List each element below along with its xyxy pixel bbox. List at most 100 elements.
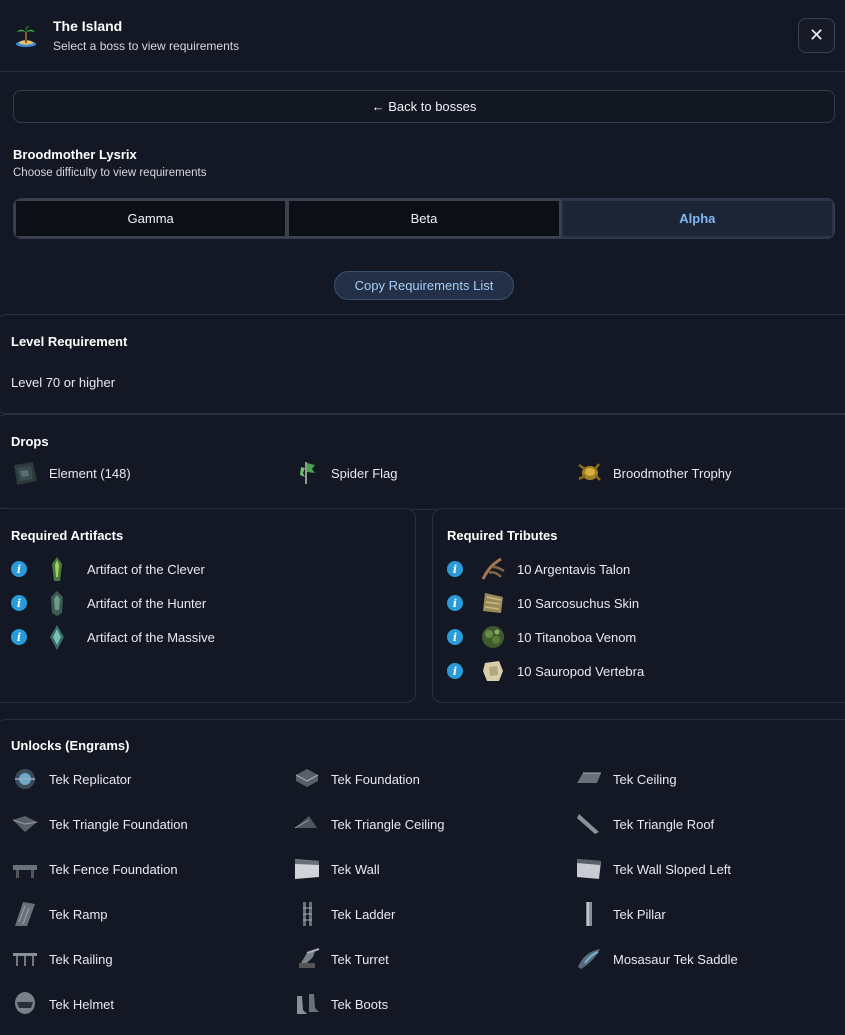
tek-wall-icon	[293, 855, 321, 883]
app-header: The Island Select a boss to view require…	[0, 0, 845, 72]
venom-icon	[479, 623, 507, 651]
engram-label: Tek Boots	[331, 996, 389, 1012]
tek-railing-icon	[11, 945, 39, 973]
skin-icon	[479, 589, 507, 617]
tek-pillar-icon	[575, 900, 603, 928]
tek-ceiling-icon	[575, 765, 603, 793]
boss-subtitle: Choose difficulty to view requirements	[13, 167, 207, 179]
tek-wall-sloped-left-icon	[575, 855, 603, 883]
tribute-label: 10 Titanoboa Venom	[517, 629, 637, 645]
engram-label: Tek Wall Sloped Left	[613, 861, 732, 877]
info-icon[interactable]: i	[11, 561, 27, 577]
engram-label: Tek Triangle Ceiling	[331, 816, 445, 832]
vertebra-icon	[479, 657, 507, 685]
engram-label: Tek Replicator	[49, 771, 132, 787]
tek-ladder-icon	[293, 900, 321, 928]
boss-name: Broodmother Lysrix	[13, 147, 137, 162]
engram-label: Tek Fence Foundation	[49, 861, 178, 877]
engram-item: Tek Triangle Foundation	[11, 810, 188, 838]
engram-label: Tek Wall	[331, 861, 380, 877]
tab-beta[interactable]: Beta	[287, 199, 561, 238]
tek-triangle-ceiling-icon	[293, 810, 321, 838]
page-subtitle: Select a boss to view requirements	[53, 39, 240, 53]
tribute-item: i 10 Sarcosuchus Skin	[447, 589, 639, 617]
artifacts-title: Required Artifacts	[11, 528, 124, 543]
engram-item: Tek Fence Foundation	[11, 855, 178, 883]
page-title: The Island	[53, 18, 123, 34]
tek-turret-icon	[293, 945, 321, 973]
tributes-section: Required Tributes i 10 Argentavis Talon …	[432, 508, 845, 703]
difficulty-tabs: Gamma Beta Alpha	[13, 198, 835, 239]
engram-label: Tek Ceiling	[613, 771, 677, 787]
drop-label: Element (148)	[49, 465, 131, 481]
tribute-item: i 10 Sauropod Vertebra	[447, 657, 644, 685]
drop-item: Broodmother Trophy	[575, 459, 732, 487]
engram-item: Tek Triangle Roof	[575, 810, 714, 838]
info-icon[interactable]: i	[447, 629, 463, 645]
engram-item: Tek Helmet	[11, 990, 114, 1018]
engram-label: Tek Railing	[49, 951, 113, 967]
element-icon	[11, 459, 39, 487]
engram-label: Tek Triangle Foundation	[49, 816, 188, 832]
tab-alpha[interactable]: Alpha	[560, 199, 834, 238]
tribute-label: 10 Argentavis Talon	[517, 561, 631, 577]
drop-label: Broodmother Trophy	[613, 465, 732, 481]
engram-label: Tek Turret	[331, 951, 389, 967]
unlocks-title: Unlocks (Engrams)	[11, 738, 130, 753]
info-icon[interactable]: i	[447, 595, 463, 611]
artifact-label: Artifact of the Hunter	[87, 595, 207, 611]
talon-icon	[479, 555, 507, 583]
tek-boots-icon	[293, 990, 321, 1018]
engram-item: Tek Turret	[293, 945, 389, 973]
engram-label: Tek Foundation	[331, 771, 420, 787]
mosasaur-tek-saddle-icon	[575, 945, 603, 973]
island-icon	[13, 23, 39, 49]
tribute-item: i 10 Argentavis Talon	[447, 555, 630, 583]
trophy-icon	[575, 459, 603, 487]
info-icon[interactable]: i	[447, 663, 463, 679]
tribute-label: 10 Sarcosuchus Skin	[517, 595, 640, 611]
info-icon[interactable]: i	[447, 561, 463, 577]
engram-item: Mosasaur Tek Saddle	[575, 945, 738, 973]
artifact-item: i Artifact of the Clever	[11, 555, 205, 583]
engram-item: Tek Wall	[293, 855, 380, 883]
engram-item: Tek Ladder	[293, 900, 395, 928]
drop-item: Element (148)	[11, 459, 131, 487]
tab-gamma[interactable]: Gamma	[14, 199, 288, 238]
engram-item: Tek Pillar	[575, 900, 666, 928]
engram-label: Tek Ramp	[49, 906, 108, 922]
engram-item: Tek Boots	[293, 990, 388, 1018]
engram-label: Tek Pillar	[613, 906, 666, 922]
artifact-item: i Artifact of the Massive	[11, 623, 215, 651]
tek-triangle-roof-icon	[575, 810, 603, 838]
artifact-hunter-icon	[43, 589, 71, 617]
tek-ramp-icon	[11, 900, 39, 928]
back-to-bosses-button[interactable]: ← Back to bosses	[13, 90, 835, 123]
engram-item: Tek Ramp	[11, 900, 108, 928]
engram-item: Tek Ceiling	[575, 765, 677, 793]
drops-section: Drops Element (148) Spider Flag Broodmot…	[0, 414, 845, 510]
artifact-clever-icon	[43, 555, 71, 583]
drop-item: Spider Flag	[293, 459, 397, 487]
engram-label: Tek Triangle Roof	[613, 816, 715, 832]
drops-title: Drops	[11, 434, 49, 449]
copy-requirements-button[interactable]: Copy Requirements List	[334, 271, 514, 300]
engram-item: Tek Foundation	[293, 765, 420, 793]
artifact-label: Artifact of the Clever	[87, 561, 205, 577]
close-button[interactable]: ✕	[798, 18, 835, 53]
info-icon[interactable]: i	[11, 595, 27, 611]
tribute-label: 10 Sauropod Vertebra	[517, 663, 645, 679]
engram-item: Tek Triangle Ceiling	[293, 810, 444, 838]
artifact-item: i Artifact of the Hunter	[11, 589, 206, 617]
tributes-title: Required Tributes	[447, 528, 558, 543]
engram-item: Tek Wall Sloped Left	[575, 855, 731, 883]
artifact-massive-icon	[43, 623, 71, 651]
close-icon: ✕	[808, 25, 825, 45]
level-requirement-title: Level Requirement	[11, 334, 128, 349]
artifacts-section: Required Artifacts i Artifact of the Cle…	[0, 508, 416, 703]
engram-label: Mosasaur Tek Saddle	[613, 951, 738, 967]
tribute-item: i 10 Titanoboa Venom	[447, 623, 636, 651]
engram-item: Tek Railing	[11, 945, 113, 973]
info-icon[interactable]: i	[11, 629, 27, 645]
tek-replicator-icon	[11, 765, 39, 793]
